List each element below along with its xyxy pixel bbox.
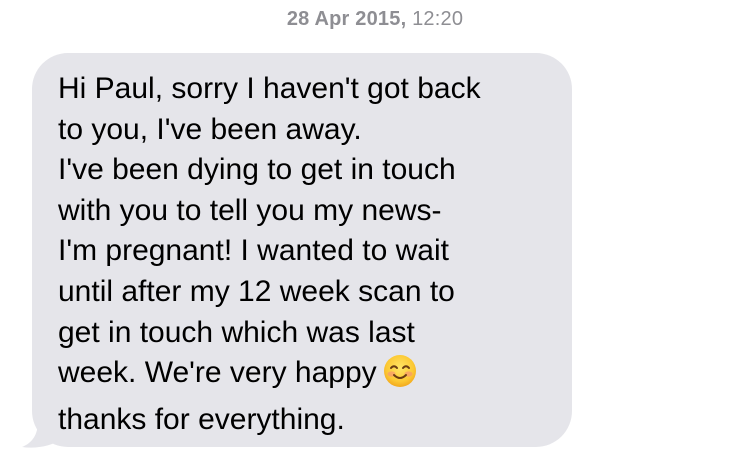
message-line: until after my 12 week scan to	[58, 274, 455, 308]
timestamp-time: 12:20	[412, 8, 464, 30]
message-line: I'm pregnant! I wanted to wait	[58, 234, 449, 268]
message-line: to you, I've been away.	[58, 112, 362, 146]
smiling-face-emoji-icon	[383, 354, 417, 400]
message-line: get in touch which was last	[58, 315, 415, 349]
message-line-text: week. We're very happy	[58, 356, 377, 390]
message-line-with-emoji: week. We're very happy	[58, 353, 552, 400]
message-bubble-container: Hi Paul, sorry I haven't got back to you…	[22, 53, 572, 448]
message-line: I've been dying to get in touch	[58, 153, 456, 187]
message-line: Hi Paul, sorry I haven't got back	[58, 72, 481, 105]
message-timestamp: 28 Apr 2015, 12:20	[0, 8, 750, 31]
received-message-bubble[interactable]: Hi Paul, sorry I haven't got back to you…	[32, 53, 572, 447]
timestamp-date: 28 Apr 2015,	[286, 8, 407, 30]
message-line: thanks for everything.	[58, 402, 345, 436]
message-line: with you to tell you my news-	[58, 193, 442, 227]
